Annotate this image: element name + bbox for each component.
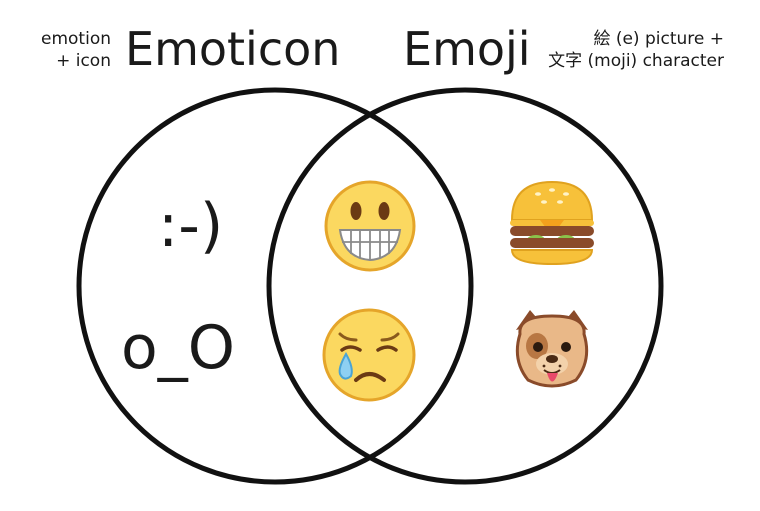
emoji-etymology: 絵 (e) picture + 文字 (moji) character <box>548 28 724 72</box>
venn-diagram: Emoticon Emoji emotion + icon 絵 (e) pict… <box>0 0 760 511</box>
emoticon-circle <box>76 87 474 485</box>
grinning-face-icon <box>324 180 416 272</box>
emoticon-title: Emoticon <box>125 22 341 76</box>
etymology-line: 文字 (moji) character <box>548 51 724 71</box>
etymology-line: + icon <box>56 51 111 71</box>
sad-tear-face-icon <box>322 308 416 402</box>
etymology-line: emotion <box>41 29 111 49</box>
dog-face-icon <box>515 310 589 388</box>
emoji-circle <box>266 87 664 485</box>
emoticon-etymology: emotion + icon <box>41 28 111 72</box>
emoji-title: Emoji <box>403 22 531 76</box>
emoticon-surprised: o_O <box>121 313 235 383</box>
etymology-line: 絵 (e) picture + <box>593 29 724 49</box>
hamburger-icon <box>510 180 594 266</box>
emoticon-smile: :-) <box>158 191 224 261</box>
